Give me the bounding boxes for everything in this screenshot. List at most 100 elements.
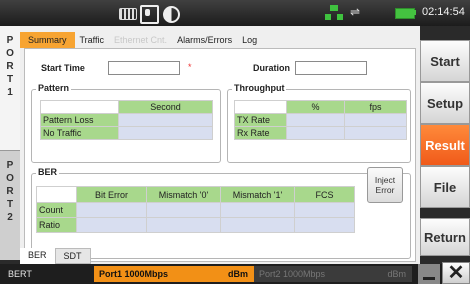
port2-letter: 2 [7,212,13,223]
inject-label: Inject [374,175,396,185]
column-header: Second [118,100,213,114]
table-cell [118,126,213,140]
result-button[interactable]: Result [420,124,470,166]
table-row: Bit Error Mismatch '0' Mismatch '1' FCS [36,186,355,203]
ber-table: Bit Error Mismatch '0' Mismatch '1' FCS … [36,186,355,233]
main-panel: Summary Traffic Ethernet Cnt. Alarms/Err… [20,26,420,264]
ber-title: BER [36,167,60,177]
port1-letter: 1 [7,87,13,98]
table-corner [40,100,119,114]
throughput-table: % fps TX Rate Rx Rate [234,100,407,140]
table-row: Second [40,100,213,114]
row-label: Ratio [36,217,77,233]
row-label: Rx Rate [234,126,287,140]
minimize-button[interactable] [418,264,440,284]
ber-group: BER Bit Error Mismatch '0' Mismatch '1' … [31,167,411,259]
return-button[interactable]: Return [420,218,470,256]
table-cell [118,113,213,127]
port1-status[interactable]: Port1 1000Mbps dBm [94,266,254,282]
file-button[interactable]: File [420,166,470,208]
port2-letter: O [6,173,14,184]
tab-summary[interactable]: Summary [20,32,75,48]
table-row: Pattern Loss [40,113,213,127]
close-button[interactable]: ✕ [442,262,470,284]
contrast-icon[interactable] [163,5,180,23]
keyboard-icon[interactable] [118,5,137,20]
port2-speed: Port2 1000Mbps [259,269,326,279]
table-cell [286,113,345,127]
inject-label: Error [375,185,395,195]
table-cell [76,202,147,218]
table-cell [220,217,295,233]
port2-letter: P [6,160,14,171]
pattern-group: Pattern Second Pattern Loss No Traffic [31,83,221,163]
subtab-ber[interactable]: BER [20,248,55,264]
port2-unit: dBm [387,269,406,279]
table-cell [146,202,221,218]
port1-letter: T [6,74,14,85]
port2-letter: R [6,186,14,197]
sub-tabs: BER SDT [20,248,91,264]
throughput-group: Throughput % fps TX Rate Rx Rate [227,83,411,163]
port1-speed: Port1 1000Mbps [99,269,169,279]
table-row: Rx Rate [234,126,407,140]
table-cell [146,217,221,233]
tab-traffic[interactable]: Traffic [75,32,110,48]
port1-tab[interactable]: P O R T 1 [0,26,20,150]
column-header: FCS [294,186,355,203]
subtab-sdt[interactable]: SDT [54,248,91,264]
port1-letter: R [6,61,14,72]
table-cell [344,113,407,127]
row-label: Pattern Loss [40,113,119,127]
row-label: TX Rate [234,113,287,127]
table-cell [294,202,355,218]
column-header: Mismatch '1' [220,186,295,203]
clock: 02:14:54 [422,6,465,18]
table-cell [344,126,407,140]
close-icon: ✕ [447,262,465,284]
port2-letter: T [6,199,14,210]
row-label: Count [36,202,77,218]
table-row: Ratio [36,217,355,233]
table-row: Count [36,202,355,218]
column-header: Bit Error [76,186,147,203]
table-row: TX Rate [234,113,407,127]
port1-letter: O [6,48,14,59]
table-row: No Traffic [40,126,213,140]
battery-icon [395,5,417,20]
port2-status[interactable]: Port2 1000Mbps dBm [254,266,412,282]
start-time-field[interactable] [108,61,180,75]
tab-alarms-errors[interactable]: Alarms/Errors [172,32,237,48]
status-bar: ⇌ 02:14:54 [0,0,470,26]
setup-button[interactable]: Setup [420,82,470,124]
table-row: % fps [234,100,407,114]
column-header: fps [344,100,407,114]
port1-unit: dBm [228,269,248,279]
port2-tab[interactable]: P O R T 2 [0,150,20,260]
tab-log[interactable]: Log [237,32,262,48]
pattern-table: Second Pattern Loss No Traffic [40,100,213,140]
table-cell [220,202,295,218]
throughput-title: Throughput [232,83,287,93]
duration-field[interactable] [295,61,367,75]
result-tabs: Summary Traffic Ethernet Cnt. Alarms/Err… [20,32,262,48]
required-mark: * [188,62,192,72]
column-header: % [286,100,345,114]
table-corner [234,100,287,114]
row-label: No Traffic [40,126,119,140]
start-button[interactable]: Start [420,40,470,82]
table-corner [36,186,77,203]
tab-ethernet-count: Ethernet Cnt. [114,35,168,45]
table-cell [286,126,345,140]
column-header: Mismatch '0' [146,186,221,203]
inject-error-button[interactable]: Inject Error [367,167,403,203]
table-cell [294,217,355,233]
port1-letter: P [6,35,14,46]
duration-label: Duration [253,63,290,73]
mode-label: BERT [8,269,32,279]
pattern-title: Pattern [36,83,72,93]
screenshot-icon[interactable] [140,5,159,24]
usb-icon: ⇌ [350,5,361,19]
summary-content: Start Time * Duration Pattern Second Pat… [24,48,416,262]
bottom-status-bar: BERT Port1 1000Mbps dBm Port2 1000Mbps d… [0,264,470,284]
